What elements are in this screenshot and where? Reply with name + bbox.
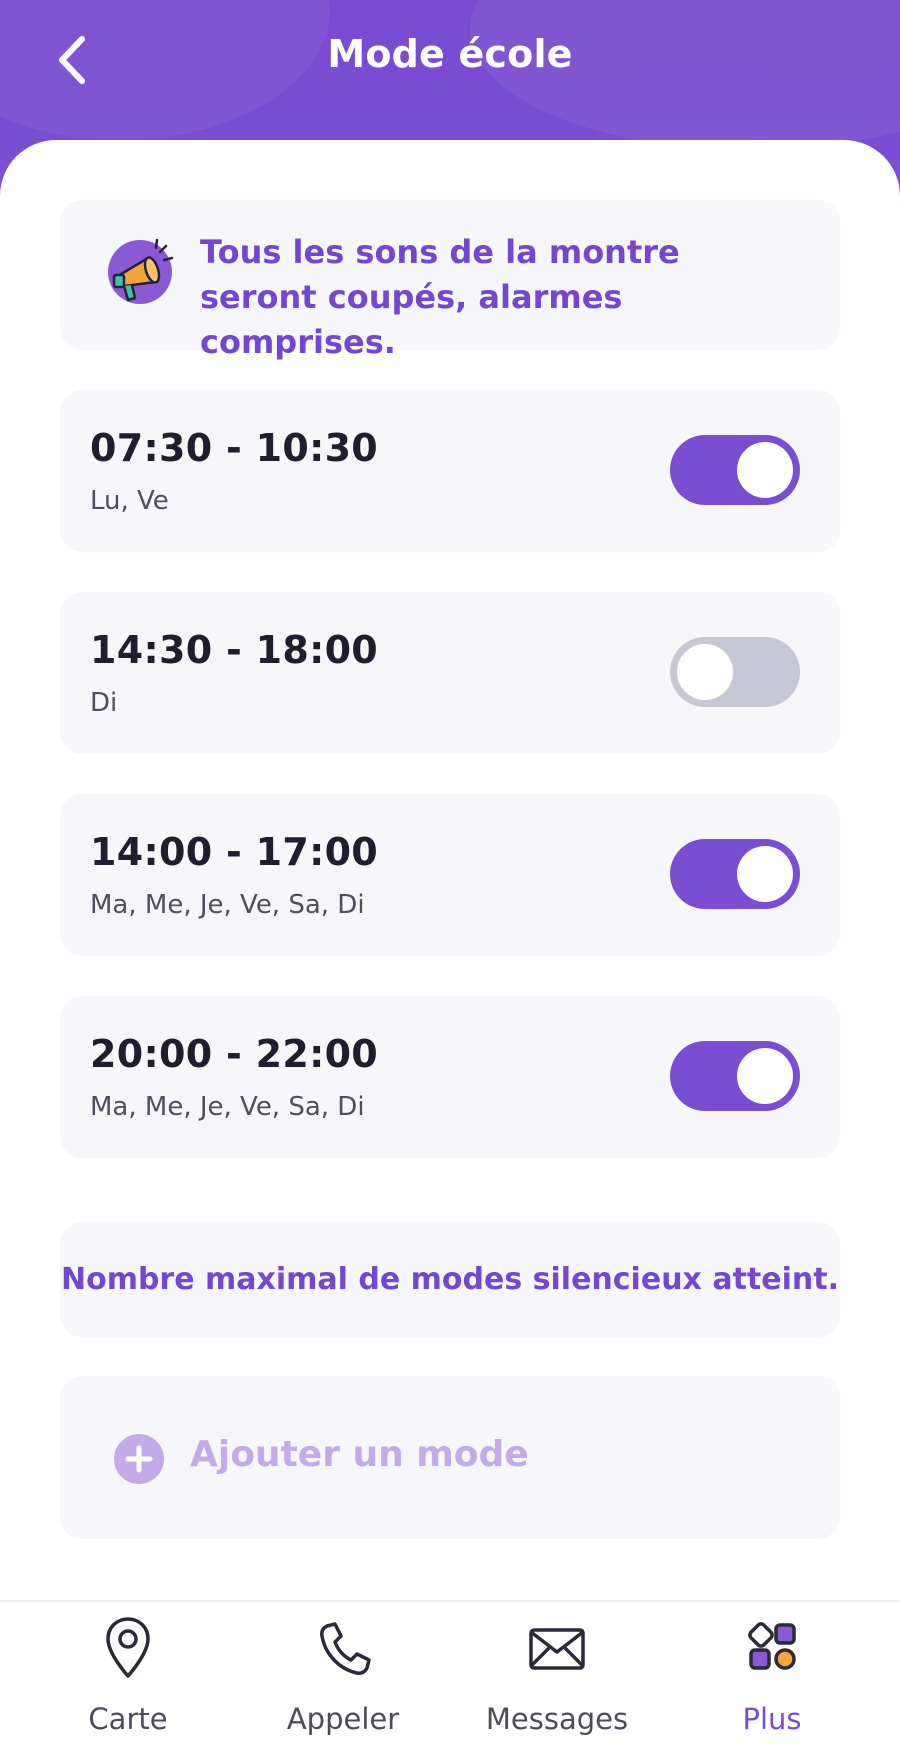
- tab-label: Plus: [742, 1702, 802, 1736]
- limit-message: Nombre maximal de modes silencieux attei…: [60, 1262, 839, 1297]
- mode-card[interactable]: 20:00 - 22:00 Ma, Me, Je, Ve, Sa, Di: [60, 996, 840, 1158]
- mode-time: 14:30 - 18:00: [90, 628, 379, 672]
- info-banner: Tous les sons de la montre seront coupés…: [60, 200, 840, 361]
- mode-toggle[interactable]: [670, 1041, 800, 1111]
- mode-toggle[interactable]: [670, 637, 800, 707]
- tab-label: Carte: [88, 1702, 168, 1736]
- grid-icon: [748, 1622, 796, 1670]
- mode-days: Lu, Ve: [90, 486, 169, 516]
- add-mode-button[interactable]: Ajouter un mode: [60, 1376, 840, 1539]
- tab-messages[interactable]: Messages: [457, 1616, 657, 1741]
- mode-card[interactable]: 07:30 - 10:30 Lu, Ve: [60, 390, 840, 552]
- mode-time: 14:00 - 17:00: [90, 830, 379, 874]
- megaphone-icon: [108, 238, 174, 304]
- header: Mode école: [0, 0, 900, 160]
- page-title: Mode école: [327, 32, 573, 76]
- tab-label: Messages: [485, 1702, 629, 1736]
- mode-days: Ma, Me, Je, Ve, Sa, Di: [90, 890, 365, 920]
- toggle-knob: [737, 846, 793, 902]
- mode-days: Di: [90, 688, 118, 718]
- toggle-knob: [737, 442, 793, 498]
- mode-card[interactable]: 14:30 - 18:00 Di: [60, 592, 840, 754]
- tab-appeler[interactable]: Appeler: [243, 1616, 443, 1741]
- mode-card[interactable]: 14:00 - 17:00 Ma, Me, Je, Ve, Sa, Di: [60, 794, 840, 956]
- add-mode-label: Ajouter un mode: [190, 1434, 529, 1475]
- tab-label: Appeler: [286, 1702, 400, 1736]
- mode-time: 07:30 - 10:30: [90, 426, 379, 470]
- phone-icon: [320, 1622, 371, 1675]
- envelope-icon: [529, 1628, 585, 1670]
- limit-banner: Nombre maximal de modes silencieux attei…: [60, 1222, 840, 1337]
- plus-circle-icon: [114, 1434, 164, 1484]
- mode-time: 20:00 - 22:00: [90, 1032, 379, 1076]
- mode-days: Ma, Me, Je, Ve, Sa, Di: [90, 1092, 365, 1122]
- mode-toggle[interactable]: [670, 435, 800, 505]
- school-mode-screen: Mode école Tous les sons de la montre se…: [0, 0, 900, 1745]
- info-text: Tous les sons de la montre seront coupés…: [200, 233, 680, 361]
- bottom-tab-bar: Carte Appeler Messages Plus: [0, 1600, 900, 1745]
- tab-carte[interactable]: Carte: [28, 1616, 228, 1741]
- tab-plus[interactable]: Plus: [672, 1616, 872, 1741]
- toggle-knob: [737, 1048, 793, 1104]
- toggle-knob: [677, 644, 733, 700]
- mode-toggle[interactable]: [670, 839, 800, 909]
- map-pin-icon: [106, 1617, 150, 1678]
